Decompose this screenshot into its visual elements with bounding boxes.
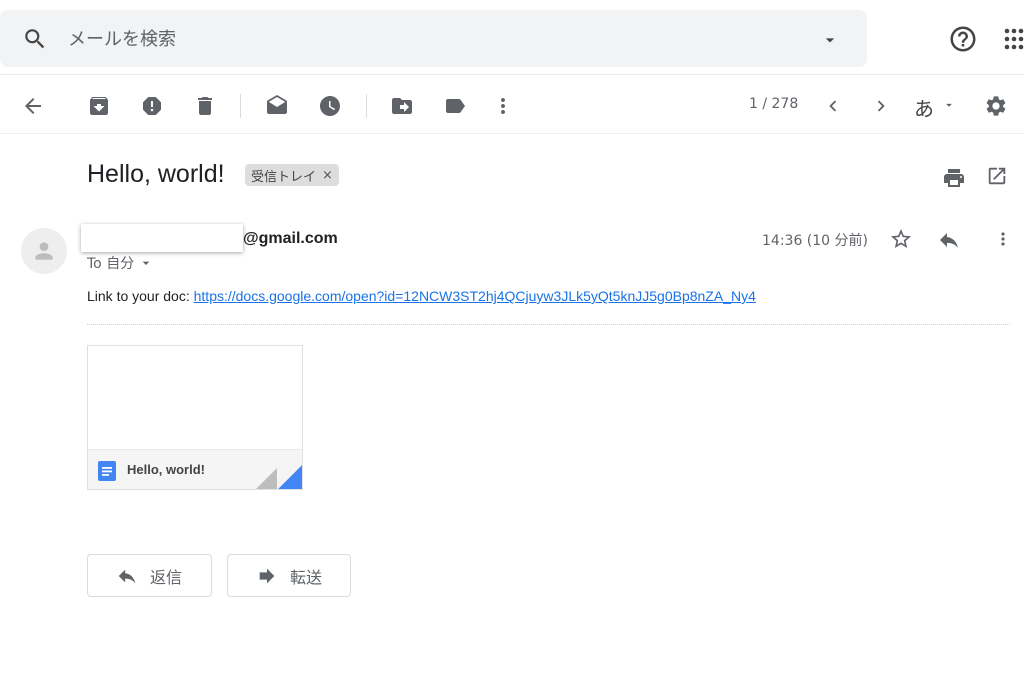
report-spam-icon[interactable] — [139, 93, 165, 119]
delete-icon[interactable] — [192, 93, 218, 119]
message-timestamp: 14:36 (10 分前) — [762, 233, 868, 249]
google-doc-icon — [98, 461, 116, 481]
mark-unread-icon[interactable] — [264, 93, 290, 119]
attachment-name: Hello, world! — [127, 462, 205, 477]
toolbar-divider — [0, 133, 1024, 134]
star-icon[interactable] — [889, 227, 913, 251]
open-new-window-icon[interactable] — [986, 165, 1008, 187]
inbox-label-text: 受信トレイ — [251, 169, 317, 185]
input-tools-button[interactable]: あ — [914, 93, 934, 122]
attachment-footer: Hello, world! — [88, 449, 302, 489]
help-icon[interactable] — [948, 24, 978, 54]
forward-button[interactable]: 転送 — [227, 554, 351, 597]
toolbar-separator — [366, 94, 367, 118]
attachment-card[interactable]: Hello, world! — [87, 345, 303, 490]
message-more-vert-icon[interactable] — [993, 229, 1013, 249]
gear-icon[interactable] — [983, 93, 1009, 119]
pager-count: 1 / 278 — [749, 96, 799, 112]
recipient-details-toggle[interactable]: To 自分 — [87, 253, 154, 273]
search-input[interactable] — [68, 26, 788, 52]
older-chevron-right-icon[interactable] — [868, 93, 894, 119]
move-to-icon[interactable] — [389, 93, 415, 119]
message-body: Link to your doc: https://docs.google.co… — [87, 288, 756, 304]
chevron-down-icon — [142, 261, 150, 265]
person-icon — [35, 242, 53, 260]
label-icon[interactable] — [442, 93, 468, 119]
reply-icon — [118, 569, 136, 583]
header-divider — [0, 74, 1024, 75]
recipient-text: To 自分 — [87, 256, 135, 272]
sender-email[interactable]: @gmail.com — [243, 230, 338, 248]
more-vert-icon[interactable] — [490, 93, 516, 119]
search-options-chevron-down-icon[interactable] — [820, 30, 840, 50]
remove-label-close-icon[interactable]: × — [322, 168, 333, 183]
body-divider — [87, 324, 1010, 325]
body-text: Link to your doc: — [87, 288, 194, 304]
email-subject: Hello, world! — [87, 160, 225, 188]
forward-label: 転送 — [290, 567, 323, 587]
toolbar-separator — [240, 94, 241, 118]
input-tools-chevron-down-icon[interactable] — [942, 98, 956, 112]
newer-chevron-left-icon[interactable] — [820, 93, 846, 119]
reply-button[interactable]: 返信 — [87, 554, 212, 597]
print-icon[interactable] — [942, 166, 966, 190]
snooze-icon[interactable] — [317, 93, 343, 119]
search-icon[interactable] — [22, 26, 48, 52]
inbox-label-chip[interactable]: 受信トレイ × — [245, 164, 339, 186]
doc-link[interactable]: https://docs.google.com/open?id=12NCW3ST… — [194, 288, 756, 304]
forward-icon — [259, 568, 275, 583]
avatar[interactable] — [21, 228, 67, 274]
attachment-corner-fold — [255, 464, 302, 489]
apps-grid-icon[interactable] — [1004, 28, 1024, 50]
reply-label: 返信 — [150, 567, 183, 587]
sender-name-redaction — [81, 224, 243, 252]
reply-icon[interactable] — [937, 228, 961, 252]
back-arrow-icon[interactable] — [20, 93, 46, 119]
input-tools-label: あ — [914, 97, 934, 121]
archive-icon[interactable] — [86, 93, 112, 119]
